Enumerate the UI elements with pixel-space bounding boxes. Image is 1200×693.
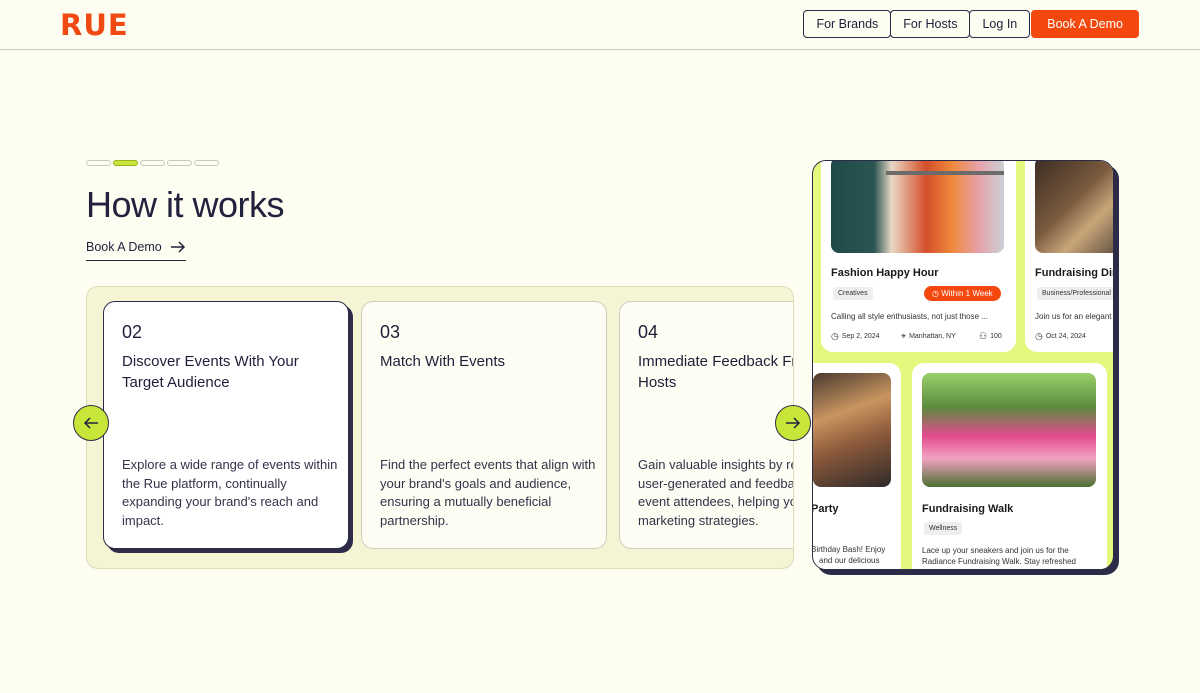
step-card[interactable]: 02 Discover Events With Your Target Audi…	[103, 301, 349, 549]
people-icon: ⚇	[979, 331, 988, 341]
book-demo-button[interactable]: Book A Demo	[1031, 10, 1139, 38]
step-title: Discover Events With Your Target Audienc…	[122, 353, 299, 391]
for-hosts-button[interactable]: For Hosts	[890, 10, 971, 38]
event-title: Fundraising Dinner	[1035, 267, 1113, 279]
progress-segment[interactable]	[140, 160, 165, 166]
calendar-icon: ◷	[1035, 331, 1043, 341]
step-card[interactable]: 03 Match With Events Find the perfect ev…	[361, 301, 607, 549]
party-food-photo	[813, 373, 891, 487]
event-card[interactable]: Party Birthday Bash! Enjoy and our delic…	[812, 363, 901, 569]
timing-badge-label: Within 1 Week	[941, 289, 993, 298]
rue-logo[interactable]: RUE	[60, 8, 129, 42]
step-number: 04	[638, 322, 659, 342]
step-number: 03	[380, 322, 401, 342]
event-tag: Business/Professional	[1037, 287, 1113, 300]
event-title: Fashion Happy Hour	[831, 267, 939, 279]
event-date-label: Sep 2, 2024	[841, 333, 880, 340]
timing-badge: ◷ Within 1 Week	[924, 286, 1001, 301]
top-nav: For Brands For Hosts Log In Book A Demo	[803, 10, 1139, 38]
event-tag: Creatives	[833, 287, 873, 300]
progress-segment[interactable]	[194, 160, 219, 166]
walk-participants-photo	[922, 373, 1096, 487]
event-card[interactable]: Fundraising Walk Wellness Lace up your s…	[912, 363, 1107, 569]
progress-segment[interactable]	[86, 160, 111, 166]
carousel-prev-button[interactable]	[73, 405, 109, 441]
event-location: ⌖ Manhattan, NY	[901, 331, 956, 342]
steps-carousel: 02 Discover Events With Your Target Audi…	[86, 286, 794, 569]
step-description: Find the perfect events that align with …	[380, 457, 596, 528]
event-snippet: Calling all style enthusiasts, not just …	[831, 312, 988, 321]
step-progress	[86, 160, 219, 166]
progress-segment[interactable]	[167, 160, 192, 166]
event-location-label: Manhattan, NY	[909, 333, 956, 340]
step-title: Immediate Feedback From Hosts	[638, 353, 793, 391]
event-date: ◷ Oct 24, 2024	[1035, 331, 1086, 342]
event-title: Party	[812, 503, 839, 515]
event-card[interactable]: Fashion Happy Hour Creatives ◷ Within 1 …	[821, 161, 1016, 352]
location-pin-icon: ⌖	[901, 331, 907, 341]
event-date-label: Oct 24, 2024	[1045, 333, 1086, 340]
step-description: Gain valuable insights by reviewing user…	[638, 457, 794, 528]
clock-icon: ◷	[932, 289, 939, 298]
event-snippet: Lace up your sneakers and join us for th…	[922, 546, 1069, 555]
progress-segment-active[interactable]	[113, 160, 138, 166]
arrow-right-icon	[786, 417, 801, 429]
event-attendees-label: 100	[990, 333, 1002, 340]
dinner-party-photo	[1035, 161, 1113, 253]
event-card[interactable]: Fundraising Dinner Business/Professional…	[1025, 161, 1113, 352]
step-card[interactable]: 04 Immediate Feedback From Hosts Gain va…	[619, 301, 794, 549]
clothing-rack-photo	[831, 161, 1004, 253]
step-description: Explore a wide range of events within th…	[122, 457, 338, 528]
event-snippet: Birthday Bash! Enjoy	[812, 545, 886, 554]
section-title: How it works	[86, 184, 285, 225]
event-snippet: Radiance Fundraising Walk. Stay refreshe…	[922, 557, 1076, 566]
event-date: ◷ Sep 2, 2024	[831, 331, 880, 342]
event-tag: Wellness	[924, 522, 963, 535]
events-preview: Fashion Happy Hour Creatives ◷ Within 1 …	[812, 160, 1114, 570]
carousel-next-button[interactable]	[775, 405, 811, 441]
calendar-icon: ◷	[831, 331, 839, 341]
book-demo-link-label: Book A Demo	[86, 240, 162, 254]
log-in-button[interactable]: Log In	[969, 10, 1031, 38]
event-attendees: ⚇ 100	[979, 331, 1002, 342]
arrow-left-icon	[83, 417, 98, 429]
event-title: Fundraising Walk	[922, 503, 1014, 515]
step-title: Match With Events	[380, 353, 506, 370]
event-snippet: and our delicious	[819, 556, 880, 565]
book-demo-link[interactable]: Book A Demo	[86, 240, 186, 261]
event-snippet: Join us for an elegant	[1035, 312, 1112, 321]
arrow-right-icon	[170, 241, 185, 253]
for-brands-button[interactable]: For Brands	[803, 10, 892, 38]
site-header: RUE For Brands For Hosts Log In Book A D…	[0, 0, 1200, 50]
step-number: 02	[122, 322, 143, 342]
